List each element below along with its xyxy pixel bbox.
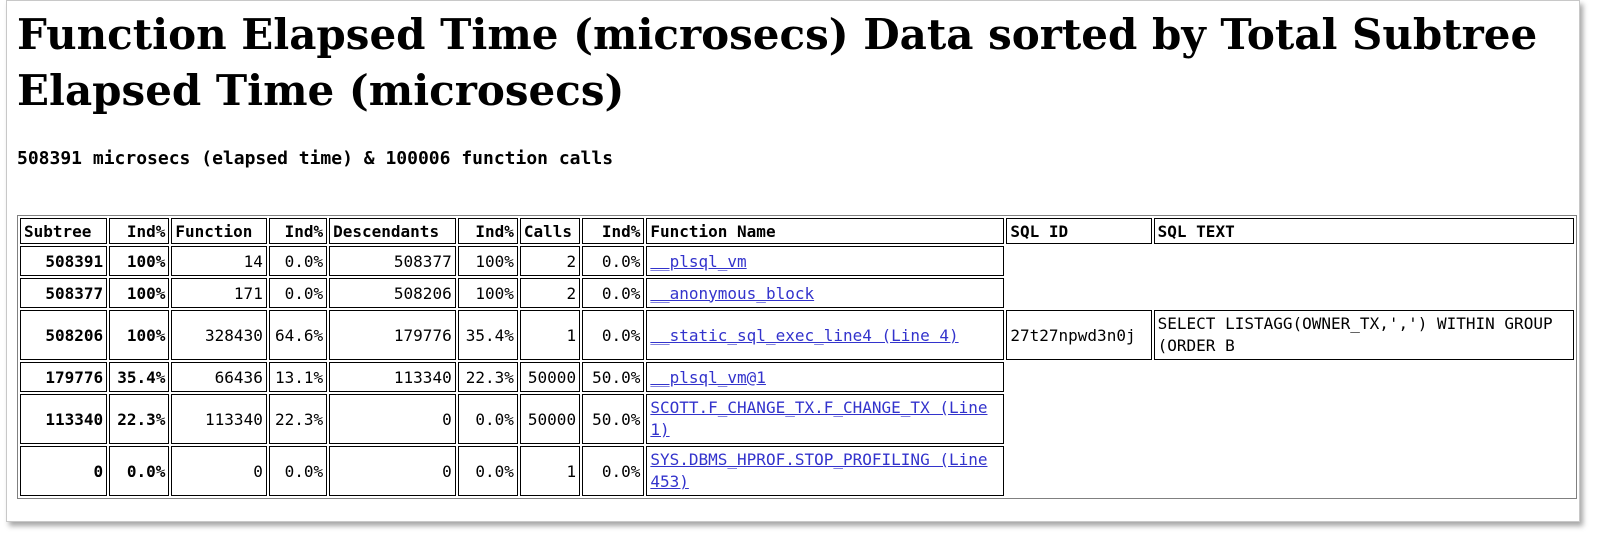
cell-ind-descendants: 35.4%: [457, 310, 518, 360]
cell-ind-function: 0.0%: [268, 278, 328, 308]
cell-sql-text: [1154, 362, 1574, 392]
cell-sql-id: [1006, 446, 1151, 496]
cell-ind-calls: 50.0%: [582, 394, 645, 444]
cell-subtree: 179776: [20, 362, 108, 392]
cell-descendants: 508206: [329, 278, 456, 308]
table-row: 0 0.0% 0 0.0% 0 0.0% 1 0.0% SYS.DBMS_HPR…: [20, 446, 1574, 496]
cell-ind-function: 0.0%: [268, 446, 328, 496]
function-link[interactable]: __static_sql_exec_line4 (Line 4): [650, 326, 958, 345]
table-row: 508206 100% 328430 64.6% 179776 35.4% 1 …: [20, 310, 1574, 360]
cell-function-name: __plsql_vm@1: [646, 362, 1005, 392]
cell-calls: 1: [519, 310, 581, 360]
table-row: 113340 22.3% 113340 22.3% 0 0.0% 50000 5…: [20, 394, 1574, 444]
cell-ind-function: 64.6%: [268, 310, 328, 360]
header-sql-id: SQL ID: [1006, 218, 1152, 244]
cell-function: 113340: [171, 394, 267, 444]
cell-function: 0: [171, 446, 267, 496]
header-ind-calls: Ind%: [582, 218, 645, 244]
cell-descendants: 0: [329, 446, 456, 496]
cell-sql-id: [1006, 246, 1151, 276]
cell-sql-text: [1154, 394, 1574, 444]
cell-ind-descendants: 100%: [457, 278, 518, 308]
cell-subtree: 508377: [20, 278, 108, 308]
cell-function-name: __anonymous_block: [646, 278, 1005, 308]
cell-function-name: __plsql_vm: [646, 246, 1005, 276]
cell-ind-function: 13.1%: [268, 362, 328, 392]
cell-calls: 2: [519, 246, 581, 276]
function-link[interactable]: SYS.DBMS_HPROF.STOP_PROFILING (Line 453): [650, 450, 987, 491]
header-function-name: Function Name: [646, 218, 1005, 244]
cell-function-name: SYS.DBMS_HPROF.STOP_PROFILING (Line 453): [646, 446, 1005, 496]
header-function: Function: [171, 218, 267, 244]
cell-function-name: __static_sql_exec_line4 (Line 4): [646, 310, 1005, 360]
cell-ind-function: 22.3%: [268, 394, 328, 444]
header-sql-text: SQL TEXT: [1153, 218, 1574, 244]
cell-descendants: 508377: [329, 246, 456, 276]
cell-calls: 1: [519, 446, 581, 496]
cell-calls: 2: [519, 278, 581, 308]
cell-ind-calls: 0.0%: [582, 246, 645, 276]
cell-sql-id: 27t27npwd3n0j: [1006, 310, 1152, 360]
report-frame: Function Elapsed Time (microsecs) Data s…: [6, 0, 1580, 522]
function-link[interactable]: __plsql_vm@1: [650, 368, 766, 387]
cell-function-name: SCOTT.F_CHANGE_TX.F_CHANGE_TX (Line 1): [646, 394, 1005, 444]
cell-sql-text: [1154, 246, 1574, 276]
cell-sql-text: [1154, 278, 1574, 308]
cell-ind-descendants: 22.3%: [457, 362, 518, 392]
cell-sql-id: [1006, 278, 1151, 308]
cell-ind-calls: 0.0%: [582, 446, 645, 496]
cell-ind-subtree: 100%: [109, 246, 170, 276]
cell-subtree: 113340: [20, 394, 108, 444]
cell-subtree: 0: [20, 446, 108, 496]
cell-ind-subtree: 22.3%: [109, 394, 170, 444]
cell-function: 328430: [171, 310, 267, 360]
cell-sql-id: [1006, 394, 1151, 444]
function-link[interactable]: __plsql_vm: [650, 252, 746, 271]
header-calls: Calls: [519, 218, 581, 244]
cell-sql-text: SELECT LISTAGG(OWNER_TX,',') WITHIN GROU…: [1153, 310, 1574, 360]
cell-ind-function: 0.0%: [268, 246, 328, 276]
cell-descendants: 113340: [329, 362, 456, 392]
cell-ind-subtree: 100%: [109, 278, 170, 308]
cell-ind-descendants: 0.0%: [457, 394, 518, 444]
cell-subtree: 508206: [20, 310, 108, 360]
header-ind-descendants: Ind%: [457, 218, 518, 244]
cell-ind-calls: 0.0%: [582, 278, 645, 308]
cell-ind-calls: 50.0%: [582, 362, 645, 392]
header-descendants: Descendants: [329, 218, 456, 244]
table-row: 179776 35.4% 66436 13.1% 113340 22.3% 50…: [20, 362, 1574, 392]
cell-ind-descendants: 0.0%: [457, 446, 518, 496]
cell-ind-descendants: 100%: [457, 246, 518, 276]
cell-ind-calls: 0.0%: [582, 310, 645, 360]
cell-ind-subtree: 0.0%: [109, 446, 170, 496]
cell-sql-text: [1154, 446, 1574, 496]
table-container: Subtree Ind% Function Ind% Descendants I…: [17, 215, 1577, 499]
cell-subtree: 508391: [20, 246, 108, 276]
header-row: Subtree Ind% Function Ind% Descendants I…: [20, 218, 1574, 244]
cell-function: 171: [171, 278, 267, 308]
function-link[interactable]: __anonymous_block: [650, 284, 814, 303]
header-subtree: Subtree: [20, 218, 108, 244]
cell-descendants: 0: [329, 394, 456, 444]
cell-calls: 50000: [519, 362, 581, 392]
cell-function: 66436: [171, 362, 267, 392]
summary-text: 508391 microsecs (elapsed time) & 100006…: [17, 148, 614, 169]
cell-calls: 50000: [519, 394, 581, 444]
function-elapsed-table: Subtree Ind% Function Ind% Descendants I…: [17, 215, 1577, 499]
page-title: Function Elapsed Time (microsecs) Data s…: [17, 10, 1538, 115]
cell-sql-id: [1006, 362, 1151, 392]
cell-ind-subtree: 100%: [109, 310, 170, 360]
function-link[interactable]: SCOTT.F_CHANGE_TX.F_CHANGE_TX (Line 1): [650, 398, 987, 439]
cell-ind-subtree: 35.4%: [109, 362, 170, 392]
header-ind-function: Ind%: [268, 218, 328, 244]
cell-descendants: 179776: [329, 310, 456, 360]
cell-function: 14: [171, 246, 267, 276]
header-ind-subtree: Ind%: [109, 218, 170, 244]
table-row: 508377 100% 171 0.0% 508206 100% 2 0.0% …: [20, 278, 1574, 308]
table-row: 508391 100% 14 0.0% 508377 100% 2 0.0% _…: [20, 246, 1574, 276]
